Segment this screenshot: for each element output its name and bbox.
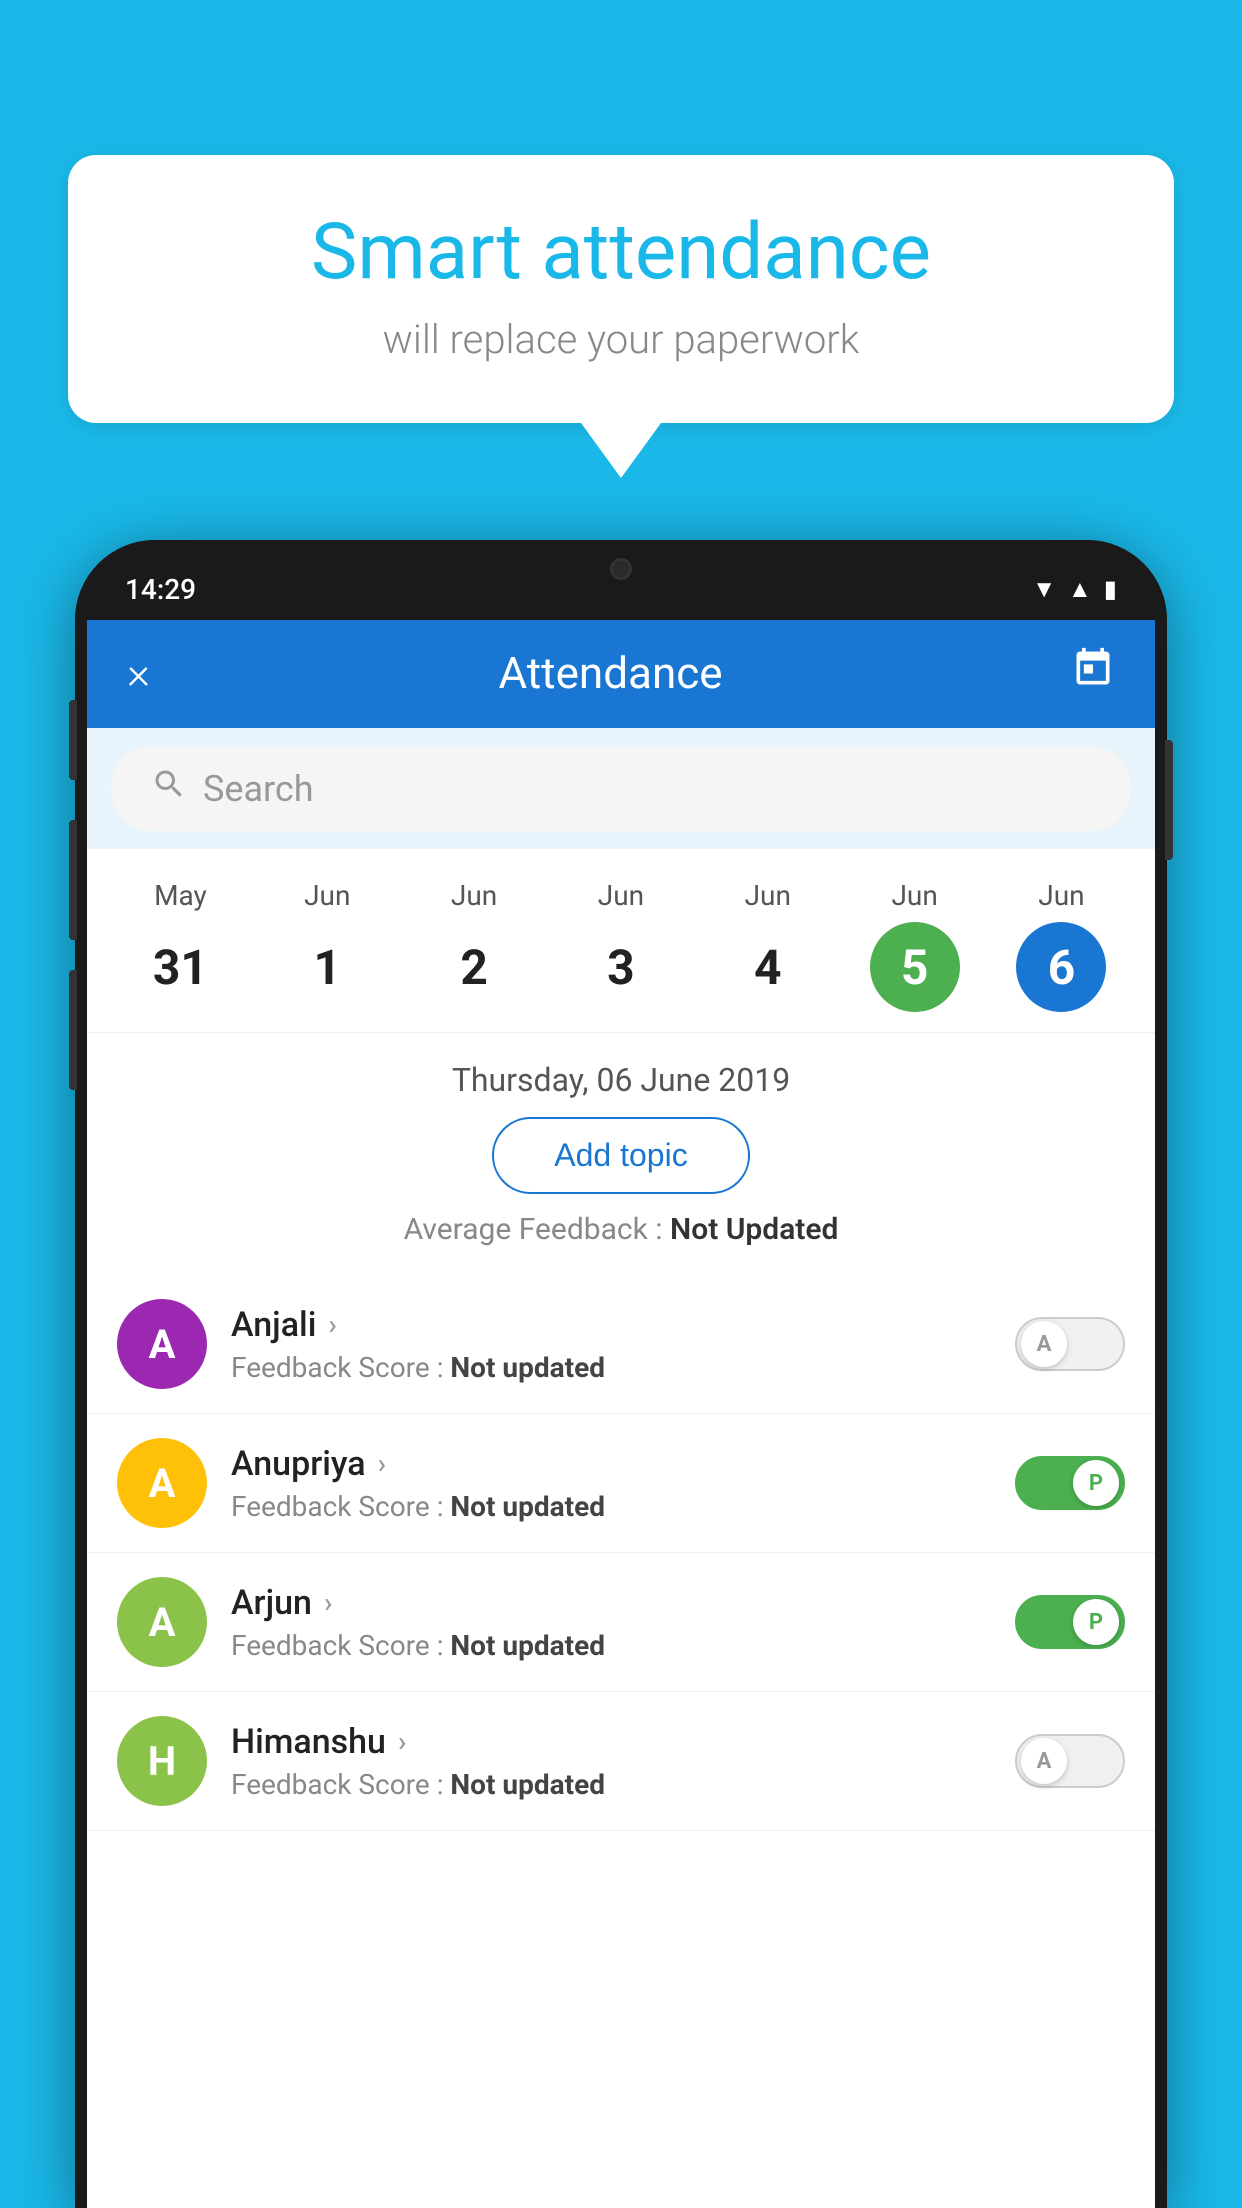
date-info: Thursday, 06 June 2019 Add topic Average…: [87, 1033, 1155, 1275]
search-placeholder: Search: [203, 768, 314, 810]
cal-month-label: May: [154, 879, 207, 912]
add-topic-button[interactable]: Add topic: [492, 1117, 749, 1194]
calendar-day-6[interactable]: Jun 6: [1001, 879, 1121, 1012]
speech-bubble: Smart attendance will replace your paper…: [68, 155, 1174, 423]
student-score: Feedback Score : Not updated: [231, 1351, 991, 1384]
chevron-right-icon: ›: [328, 1308, 336, 1341]
attendance-toggle[interactable]: A: [1015, 1317, 1125, 1371]
power-button: [1165, 740, 1173, 860]
toggle-knob: A: [1021, 1321, 1067, 1367]
toggle-knob: P: [1073, 1599, 1119, 1645]
camera: [610, 558, 632, 580]
phone-frame: 14:29 ▼ ▲ ▮ × Attendance: [75, 540, 1167, 2208]
calendar-day-3[interactable]: Jun 3: [561, 879, 681, 1012]
app-header: × Attendance: [87, 618, 1155, 728]
status-time: 14:29: [125, 573, 196, 606]
cal-month-label: Jun: [891, 879, 937, 912]
student-item[interactable]: A Anjali › Feedback Score : Not updated A: [87, 1275, 1155, 1414]
selected-date-label: Thursday, 06 June 2019: [117, 1061, 1125, 1099]
calendar-day-0[interactable]: May 31: [120, 879, 240, 1012]
attendance-toggle[interactable]: P: [1015, 1456, 1125, 1510]
student-name: Arjun ›: [231, 1583, 991, 1623]
student-name: Anjali ›: [231, 1305, 991, 1345]
avg-feedback-prefix: Average Feedback :: [404, 1212, 670, 1247]
calendar-day-4[interactable]: Jun 4: [708, 879, 828, 1012]
signal-icon: ▲: [1068, 575, 1092, 604]
calendar-day-5[interactable]: Jun 5: [855, 879, 975, 1012]
wifi-icon: ▼: [1032, 575, 1056, 604]
toggle-switch[interactable]: P: [1015, 1595, 1125, 1649]
toggle-knob: A: [1021, 1738, 1067, 1784]
calendar-day-1[interactable]: Jun 1: [267, 879, 387, 1012]
student-avatar: H: [117, 1716, 207, 1806]
student-score: Feedback Score : Not updated: [231, 1490, 991, 1523]
close-button[interactable]: ×: [127, 647, 150, 699]
toggle-switch[interactable]: P: [1015, 1456, 1125, 1510]
calendar-day-2[interactable]: Jun 2: [414, 879, 534, 1012]
chevron-right-icon: ›: [398, 1725, 406, 1758]
avg-feedback-value: Not Updated: [670, 1212, 838, 1247]
student-item[interactable]: A Arjun › Feedback Score : Not updated P: [87, 1553, 1155, 1692]
phone-screen: × Attendance Search May 31 Jun 1 Jun 2: [87, 618, 1155, 2208]
speech-bubble-title: Smart attendance: [128, 210, 1114, 296]
header-title: Attendance: [150, 647, 1071, 699]
student-list: AAnjali ›Feedback Score : Not updatedAAA…: [87, 1275, 1155, 1831]
toggle-knob: P: [1073, 1460, 1119, 1506]
search-icon: [151, 766, 187, 811]
student-score: Feedback Score : Not updated: [231, 1629, 991, 1662]
silent-button: [69, 970, 77, 1090]
search-bar[interactable]: Search: [111, 746, 1131, 831]
avg-feedback: Average Feedback : Not Updated: [117, 1212, 1125, 1257]
chevron-right-icon: ›: [324, 1586, 332, 1619]
battery-icon: ▮: [1104, 575, 1117, 603]
volume-down-button: [69, 820, 77, 940]
student-info: Anupriya › Feedback Score : Not updated: [231, 1444, 991, 1523]
student-info: Himanshu › Feedback Score : Not updated: [231, 1722, 991, 1801]
cal-date-number: 31: [135, 922, 225, 1012]
chevron-right-icon: ›: [378, 1447, 386, 1480]
student-info: Anjali › Feedback Score : Not updated: [231, 1305, 991, 1384]
cal-month-label: Jun: [1038, 879, 1084, 912]
student-item[interactable]: A Anupriya › Feedback Score : Not updated P: [87, 1414, 1155, 1553]
search-container: Search: [87, 728, 1155, 849]
attendance-toggle[interactable]: A: [1015, 1734, 1125, 1788]
cal-date-number: 4: [723, 922, 813, 1012]
speech-bubble-container: Smart attendance will replace your paper…: [68, 155, 1174, 478]
cal-month-label: Jun: [598, 879, 644, 912]
student-info: Arjun › Feedback Score : Not updated: [231, 1583, 991, 1662]
cal-date-number: 3: [576, 922, 666, 1012]
cal-date-number: 6: [1016, 922, 1106, 1012]
cal-date-number: 5: [870, 922, 960, 1012]
cal-month-label: Jun: [451, 879, 497, 912]
speech-bubble-tail: [581, 423, 661, 478]
student-avatar: A: [117, 1299, 207, 1389]
toggle-switch[interactable]: A: [1015, 1317, 1125, 1371]
student-score: Feedback Score : Not updated: [231, 1768, 991, 1801]
student-item[interactable]: H Himanshu › Feedback Score : Not updated A: [87, 1692, 1155, 1831]
toggle-switch[interactable]: A: [1015, 1734, 1125, 1788]
student-avatar: A: [117, 1577, 207, 1667]
student-name: Himanshu ›: [231, 1722, 991, 1762]
volume-up-button: [69, 700, 77, 780]
attendance-toggle[interactable]: P: [1015, 1595, 1125, 1649]
calendar-strip: May 31 Jun 1 Jun 2 Jun 3 Jun 4 Jun 5 Jun 6: [87, 849, 1155, 1033]
cal-month-label: Jun: [304, 879, 350, 912]
cal-month-label: Jun: [745, 879, 791, 912]
cal-date-number: 1: [282, 922, 372, 1012]
cal-date-number: 2: [429, 922, 519, 1012]
calendar-icon[interactable]: [1071, 646, 1115, 700]
student-name: Anupriya ›: [231, 1444, 991, 1484]
student-avatar: A: [117, 1438, 207, 1528]
status-icons: ▼ ▲ ▮: [1032, 575, 1117, 604]
speech-bubble-subtitle: will replace your paperwork: [128, 316, 1114, 363]
